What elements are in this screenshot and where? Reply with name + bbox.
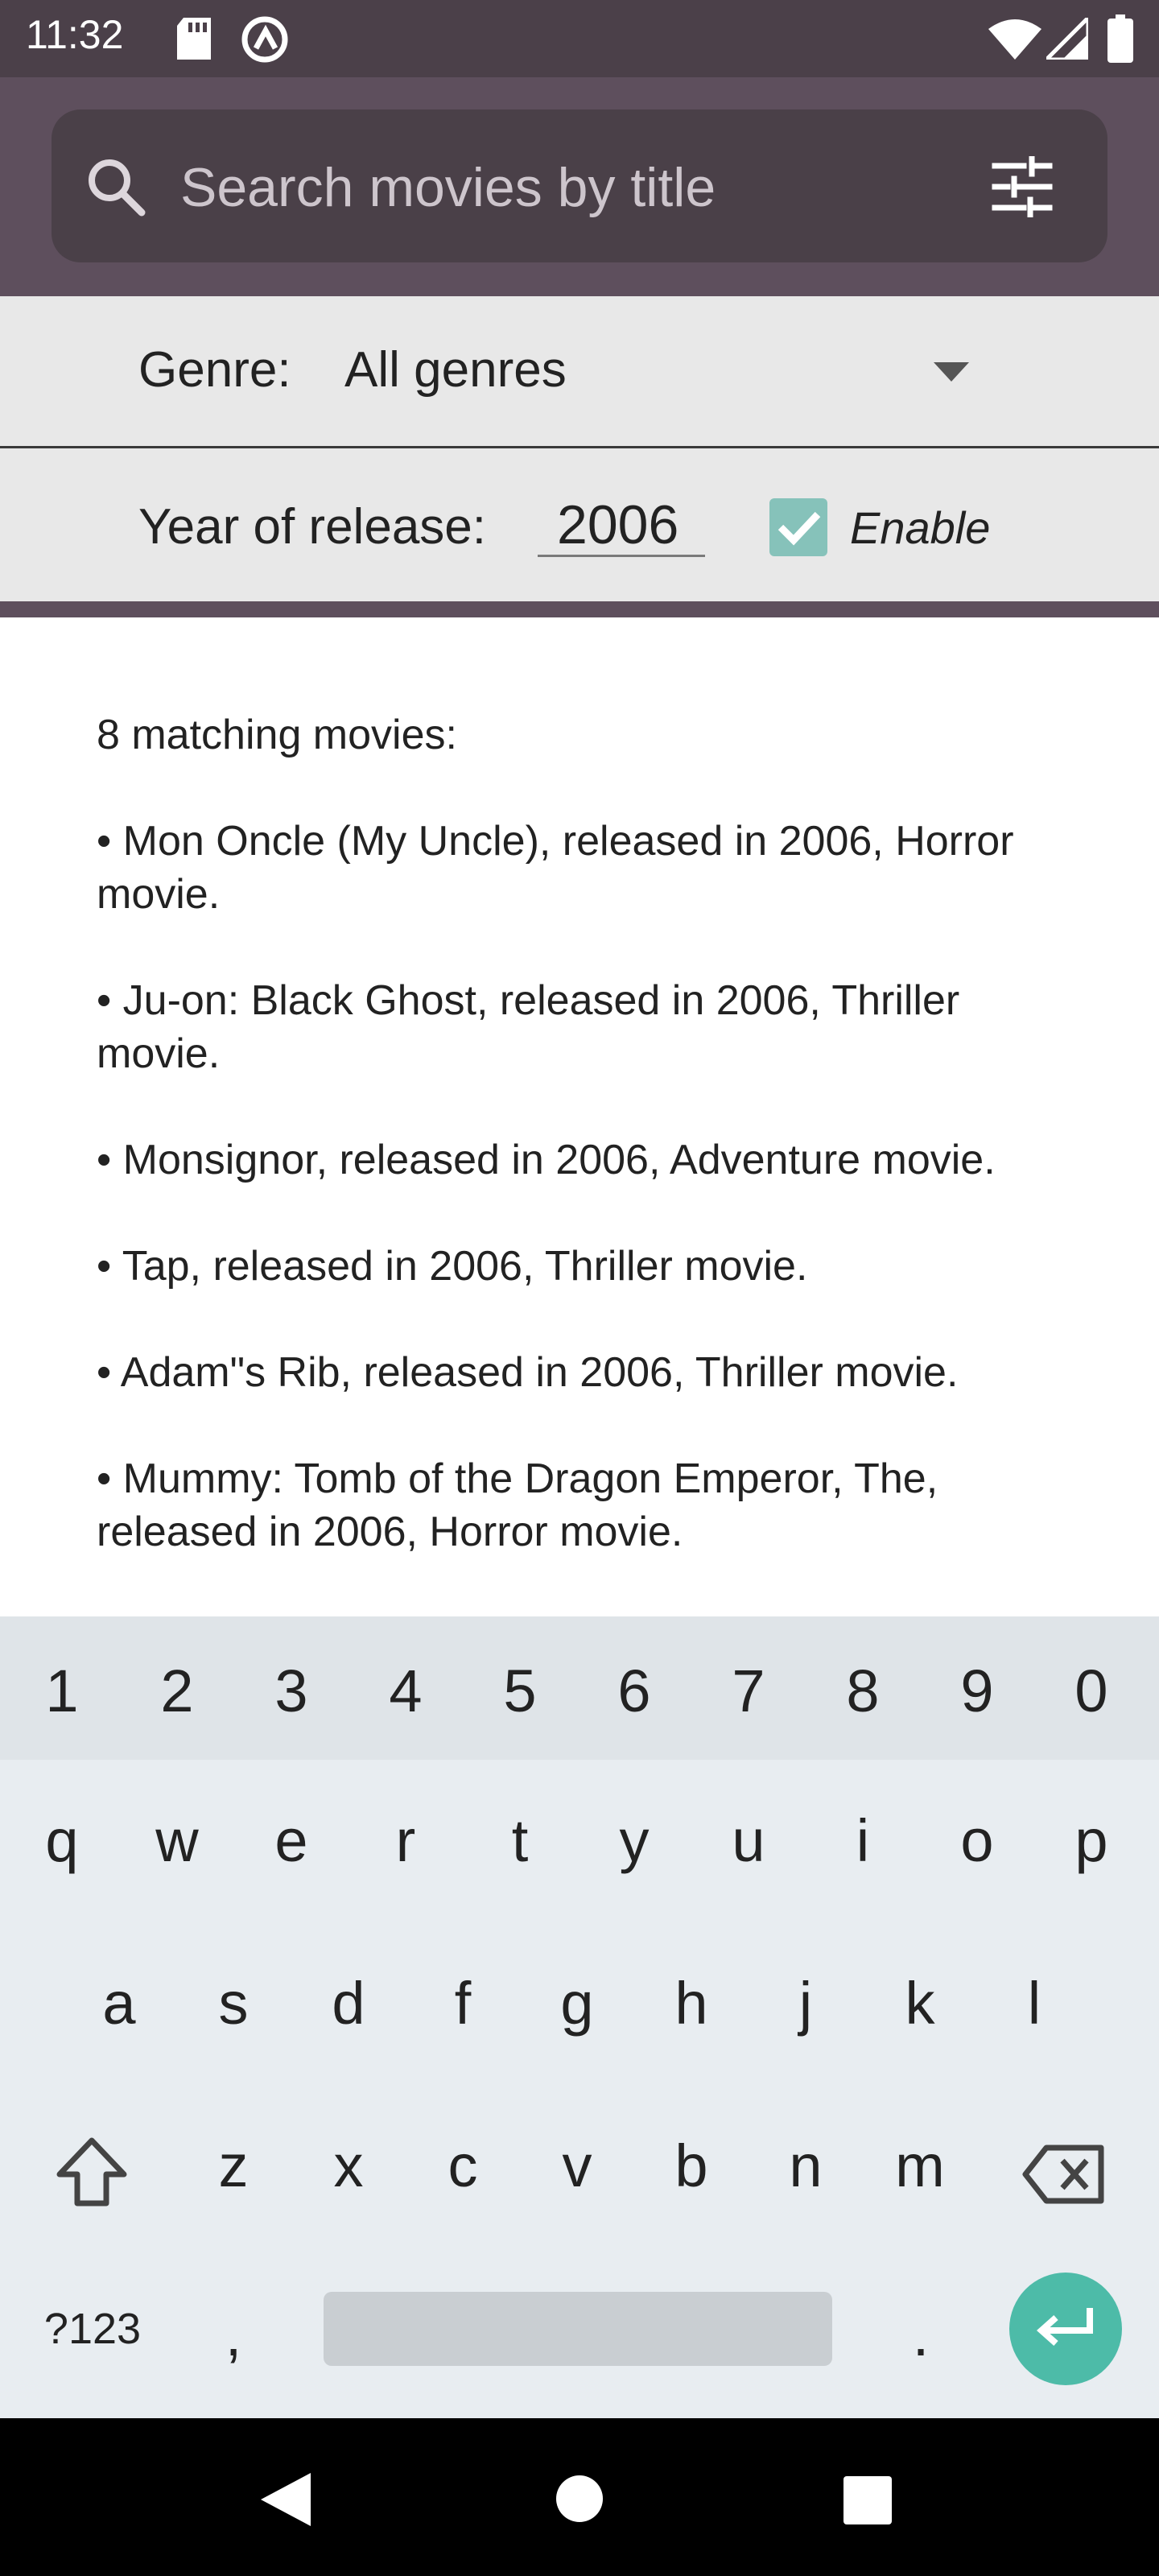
search-icon	[89, 159, 146, 217]
key-u[interactable]: u	[708, 1806, 789, 1875]
backspace-icon[interactable]	[1022, 2145, 1106, 2204]
enter-icon	[1037, 2308, 1093, 2346]
key-n[interactable]: n	[765, 2132, 846, 2200]
enter-key[interactable]	[1009, 2273, 1122, 2385]
key-6[interactable]: 6	[594, 1657, 674, 1725]
results-list: 8 matching movies: • Mon Oncle (My Uncle…	[97, 708, 1087, 1612]
enable-checkbox[interactable]	[769, 498, 827, 556]
list-item: • Mon Oncle (My Uncle), released in 2006…	[97, 818, 1014, 918]
header-divider	[0, 601, 1159, 617]
key-7[interactable]: 7	[708, 1657, 789, 1725]
comma-key[interactable]: ,	[193, 2301, 274, 2369]
cellular-signal-icon	[1046, 18, 1088, 60]
key-q[interactable]: q	[22, 1806, 102, 1875]
key-b[interactable]: b	[651, 2132, 732, 2200]
key-m[interactable]: m	[880, 2132, 960, 2200]
home-icon[interactable]	[555, 2475, 604, 2523]
checkmark-icon	[777, 511, 821, 546]
key-c[interactable]: c	[423, 2132, 503, 2200]
key-1[interactable]: 1	[22, 1657, 102, 1725]
list-item: • Tap, released in 2006, Thriller movie.	[97, 1243, 808, 1290]
status-time: 11:32	[26, 12, 124, 57]
list-item: • Monsignor, released in 2006, Adventure…	[97, 1137, 996, 1183]
wifi-icon	[988, 19, 1041, 60]
key-g[interactable]: g	[537, 1969, 617, 2037]
year-input[interactable]: 2006	[538, 487, 705, 557]
app-bar: Search movies by title	[0, 77, 1159, 296]
key-r[interactable]: r	[365, 1806, 446, 1875]
symbols-key[interactable]: ?123	[24, 2304, 161, 2354]
list-item: • Mummy: Tomb of the Dragon Emperor, The…	[97, 1455, 938, 1555]
search-bar[interactable]: Search movies by title	[52, 109, 1107, 262]
recent-apps-icon[interactable]	[843, 2476, 892, 2524]
key-0[interactable]: 0	[1051, 1657, 1132, 1725]
key-i[interactable]: i	[823, 1806, 903, 1875]
search-input[interactable]: Search movies by title	[180, 156, 716, 219]
key-o[interactable]: o	[937, 1806, 1017, 1875]
key-9[interactable]: 9	[937, 1657, 1017, 1725]
key-x[interactable]: x	[308, 2132, 389, 2200]
key-2[interactable]: 2	[137, 1657, 217, 1725]
genre-label: Genre:	[138, 342, 291, 398]
results-summary: 8 matching movies:	[97, 712, 457, 758]
key-h[interactable]: h	[651, 1969, 732, 2037]
back-icon[interactable]	[261, 2473, 311, 2526]
key-d[interactable]: d	[308, 1969, 389, 2037]
sd-card-icon	[177, 18, 211, 60]
key-v[interactable]: v	[537, 2132, 617, 2200]
key-y[interactable]: y	[594, 1806, 674, 1875]
chevron-down-icon[interactable]	[934, 362, 969, 382]
filter-settings-icon[interactable]	[992, 156, 1053, 217]
key-a[interactable]: a	[79, 1969, 159, 2037]
key-k[interactable]: k	[880, 1969, 960, 2037]
year-filter-bar: Year of release: 2006 Enable	[0, 448, 1159, 601]
list-item: • Ju-on: Black Ghost, released in 2006, …	[97, 977, 960, 1077]
list-item: • Adam"s Rib, released in 2006, Thriller…	[97, 1349, 959, 1396]
key-l[interactable]: l	[994, 1969, 1074, 2037]
shift-icon[interactable]	[55, 2136, 129, 2208]
key-s[interactable]: s	[193, 1969, 274, 2037]
key-w[interactable]: w	[137, 1806, 217, 1875]
key-f[interactable]: f	[423, 1969, 503, 2037]
genre-filter-bar: Genre: All genres	[0, 296, 1159, 448]
key-j[interactable]: j	[765, 1969, 846, 2037]
key-4[interactable]: 4	[365, 1657, 446, 1725]
space-bar[interactable]	[324, 2292, 832, 2366]
key-8[interactable]: 8	[823, 1657, 903, 1725]
genre-dropdown[interactable]: All genres	[344, 341, 567, 398]
key-z[interactable]: z	[193, 2132, 274, 2200]
key-3[interactable]: 3	[251, 1657, 332, 1725]
year-label: Year of release:	[138, 499, 487, 555]
key-e[interactable]: e	[251, 1806, 332, 1875]
key-t[interactable]: t	[480, 1806, 560, 1875]
year-input-value: 2006	[557, 494, 679, 555]
key-p[interactable]: p	[1051, 1806, 1132, 1875]
key-5[interactable]: 5	[480, 1657, 560, 1725]
soft-keyboard: 1 2 3 4 5 6 7 8 9 0 q w e r t y u i o p …	[0, 1616, 1159, 2418]
battery-icon	[1107, 14, 1133, 63]
enable-label[interactable]: Enable	[850, 502, 990, 554]
navigation-bar	[0, 2418, 1159, 2576]
period-key[interactable]: .	[881, 2301, 961, 2369]
sync-status-icon	[241, 16, 288, 63]
status-bar: 11:32	[0, 0, 1159, 77]
